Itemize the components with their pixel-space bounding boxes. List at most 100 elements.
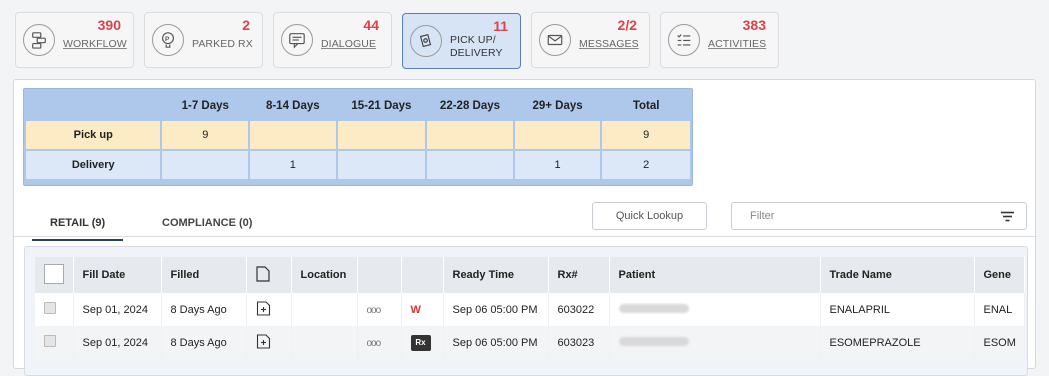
summary-cell[interactable] [337,121,426,149]
tile-workflow[interactable]: 390 WORKFLOW [15,12,134,68]
svg-text:P: P [165,36,169,43]
location [291,326,358,359]
col-patient[interactable]: Patient [609,257,821,293]
tile-dialogue[interactable]: 44 DIALOGUE [273,12,392,68]
summary-cell-total[interactable]: 9 [602,121,690,149]
summary-row-label: Pick up [26,121,161,149]
summary-cell[interactable]: 9 [162,121,249,149]
prescription-grid: Fill Date Filled Location Ready Time Rx#… [24,246,1028,376]
summary-header-8-14: 8-14 Days [265,100,320,112]
select-all-checkbox[interactable] [44,263,64,284]
patient-name [609,293,821,326]
aging-summary-table: 1-7 Days 8-14 Days 15-21 Days 22-28 Days… [23,88,693,186]
more-options-cell: ooo [357,293,402,326]
summary-cell[interactable] [514,121,601,149]
summary-row-delivery: Delivery 1 1 2 [26,151,690,179]
summary-cell[interactable] [162,151,249,179]
summary-cell[interactable] [427,121,513,149]
col-actions [357,257,402,293]
pickup-delivery-label-line1: PICK UP/ [450,34,496,46]
add-document-icon[interactable] [256,333,271,349]
flag-cell: Rx [401,326,444,359]
trade-name: ENALAPRIL [820,293,975,326]
col-flag [401,257,444,293]
more-options-icon[interactable]: ooo [367,305,382,316]
summary-header-total: Total [632,100,660,112]
select-all-cell [35,257,74,293]
dialogue-icon [281,24,313,56]
parked-rx-icon: P [152,24,184,56]
ready-time: Sep 06 05:00 PM [443,326,549,359]
rx-number: 603023 [548,326,610,359]
tile-messages[interactable]: 2/2 MESSAGES [531,12,650,68]
rx-number: 603022 [548,293,610,326]
col-location[interactable]: Location [291,257,358,293]
col-document [246,257,292,293]
divider [14,236,1035,237]
workflow-label: WORKFLOW [63,38,127,50]
dialogue-label: DIALOGUE [321,38,377,50]
parked-rx-count: 2 [242,17,250,33]
row-checkbox[interactable] [44,302,56,314]
col-trade-name[interactable]: Trade Name [820,257,975,293]
add-document-cell [246,326,292,359]
col-filled[interactable]: Filled [161,257,247,293]
summary-cell[interactable] [337,151,426,179]
table-row[interactable]: Sep 01, 2024 8 Days Ago ooo W Sep 06 05:… [35,293,1025,326]
filled-ago: 8 Days Ago [161,293,247,326]
quick-lookup-button[interactable]: Quick Lookup [592,202,707,230]
add-document-icon[interactable] [256,300,271,316]
summary-header-row: 1-7 Days 8-14 Days 15-21 Days 22-28 Days… [26,93,690,119]
tab-compliance[interactable]: COMPLIANCE (0) [162,217,252,229]
dialogue-count: 44 [363,17,379,33]
pickup-delivery-count: 11 [493,18,508,34]
activities-icon [668,24,700,56]
trade-name: ESOMEPRAZOLE [820,326,975,359]
messages-icon [539,24,571,56]
waiting-flag: W [410,303,421,316]
summary-header-15-21: 15-21 Days [351,100,412,112]
summary-cell[interactable] [427,151,513,179]
tab-retail[interactable]: RETAIL (9) [32,217,124,241]
col-fill-date[interactable]: Fill Date [73,257,162,293]
table-row[interactable]: Sep 01, 2024 8 Days Ago ooo Rx Sep 06 05… [35,326,1025,359]
pickup-delivery-panel: 1-7 Days 8-14 Days 15-21 Days 22-28 Days… [13,79,1036,376]
more-options-cell: ooo [357,326,402,359]
tile-parked-rx[interactable]: 2 P PARKED RX [144,12,263,68]
pickup-delivery-icon [410,25,442,57]
more-options-icon[interactable]: ooo [367,338,382,349]
activities-label: ACTIVITIES [708,38,767,50]
row-select-cell [35,293,74,326]
tile-pickup-delivery[interactable]: 11 PICK UP/ DELIVERY [402,13,521,69]
col-generic[interactable]: Gene [974,257,1025,293]
summary-cell[interactable]: 1 [250,151,336,179]
filter-input[interactable]: Filter [731,202,1027,230]
messages-label: MESSAGES [579,38,639,50]
col-rx-number[interactable]: Rx# [548,257,610,293]
summary-header-blank [26,93,160,119]
summary-header-22-28: 22-28 Days [439,100,501,112]
pickup-delivery-label: PICK UP/ DELIVERY [450,34,503,60]
summary-cell[interactable] [250,121,336,149]
pickup-delivery-label-line2: DELIVERY [450,47,503,59]
fill-date: Sep 01, 2024 [73,293,162,326]
col-ready-time[interactable]: Ready Time [443,257,549,293]
location [291,293,358,326]
add-document-cell [246,293,292,326]
summary-cell[interactable]: 1 [514,151,601,179]
summary-cell-total[interactable]: 2 [602,151,690,179]
filled-ago: 8 Days Ago [161,326,247,359]
row-checkbox[interactable] [44,335,56,347]
patient-name [609,326,821,359]
flag-cell: W [401,293,444,326]
generic-name: ESOM [974,326,1025,359]
generic-name: ENAL [974,293,1025,326]
grid-header-row: Fill Date Filled Location Ready Time Rx#… [35,257,1025,293]
activities-count: 383 [742,17,766,33]
parked-rx-label: PARKED RX [192,38,253,50]
tile-activities[interactable]: 383 ACTIVITIES [660,12,779,68]
workflow-count: 390 [97,17,121,33]
redacted-patient-name [618,303,689,313]
rx-bag-icon: Rx [410,334,431,351]
filter-icon[interactable] [1001,211,1014,225]
